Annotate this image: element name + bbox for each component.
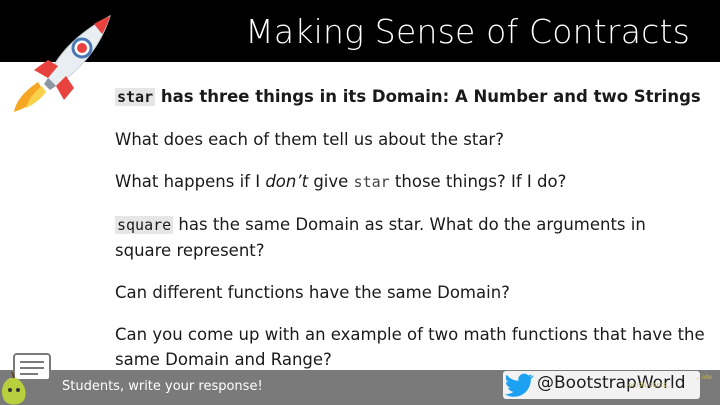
content-line-2: What does each of them tell us about the… — [115, 130, 504, 149]
content-line-3: What happens if I don’t give star those … — [115, 169, 705, 195]
watermark-line-2: ...on/students... — [622, 381, 673, 389]
content-line-3-post: those things? If I do? — [389, 172, 567, 191]
watermark-line-1: ...ide — [695, 373, 712, 381]
pear-deck-icon — [2, 353, 51, 405]
content-line-3-pre: What happens if I — [115, 172, 266, 191]
content-line-1-text: has three things in its Domain: A Number… — [155, 87, 701, 106]
content-line-3-mid: give — [308, 172, 354, 191]
slide-content: star has three things in its Domain: A N… — [115, 84, 705, 389]
content-line-4-text: has the same Domain as star. What do the… — [115, 215, 646, 260]
code-star-inline: star — [353, 173, 390, 191]
slide-title: Making Sense of Contracts — [245, 11, 690, 51]
code-square: square — [115, 216, 174, 234]
watermark: ...ide ...on/students... — [622, 373, 712, 389]
content-line-6: Can you come up with an example of two m… — [115, 325, 705, 369]
rocket-icon — [14, 14, 111, 112]
twitter-bird-icon — [505, 373, 534, 397]
content-line-3-emphasis: don’t — [265, 172, 309, 191]
content-line-5: Can different functions have the same Do… — [115, 283, 510, 302]
content-line-4: square has the same Domain as star. What… — [115, 212, 705, 263]
content-line-1: star has three things in its Domain: A N… — [115, 84, 705, 110]
student-prompt: Students, write your response! — [62, 379, 263, 394]
code-star: star — [115, 88, 156, 106]
